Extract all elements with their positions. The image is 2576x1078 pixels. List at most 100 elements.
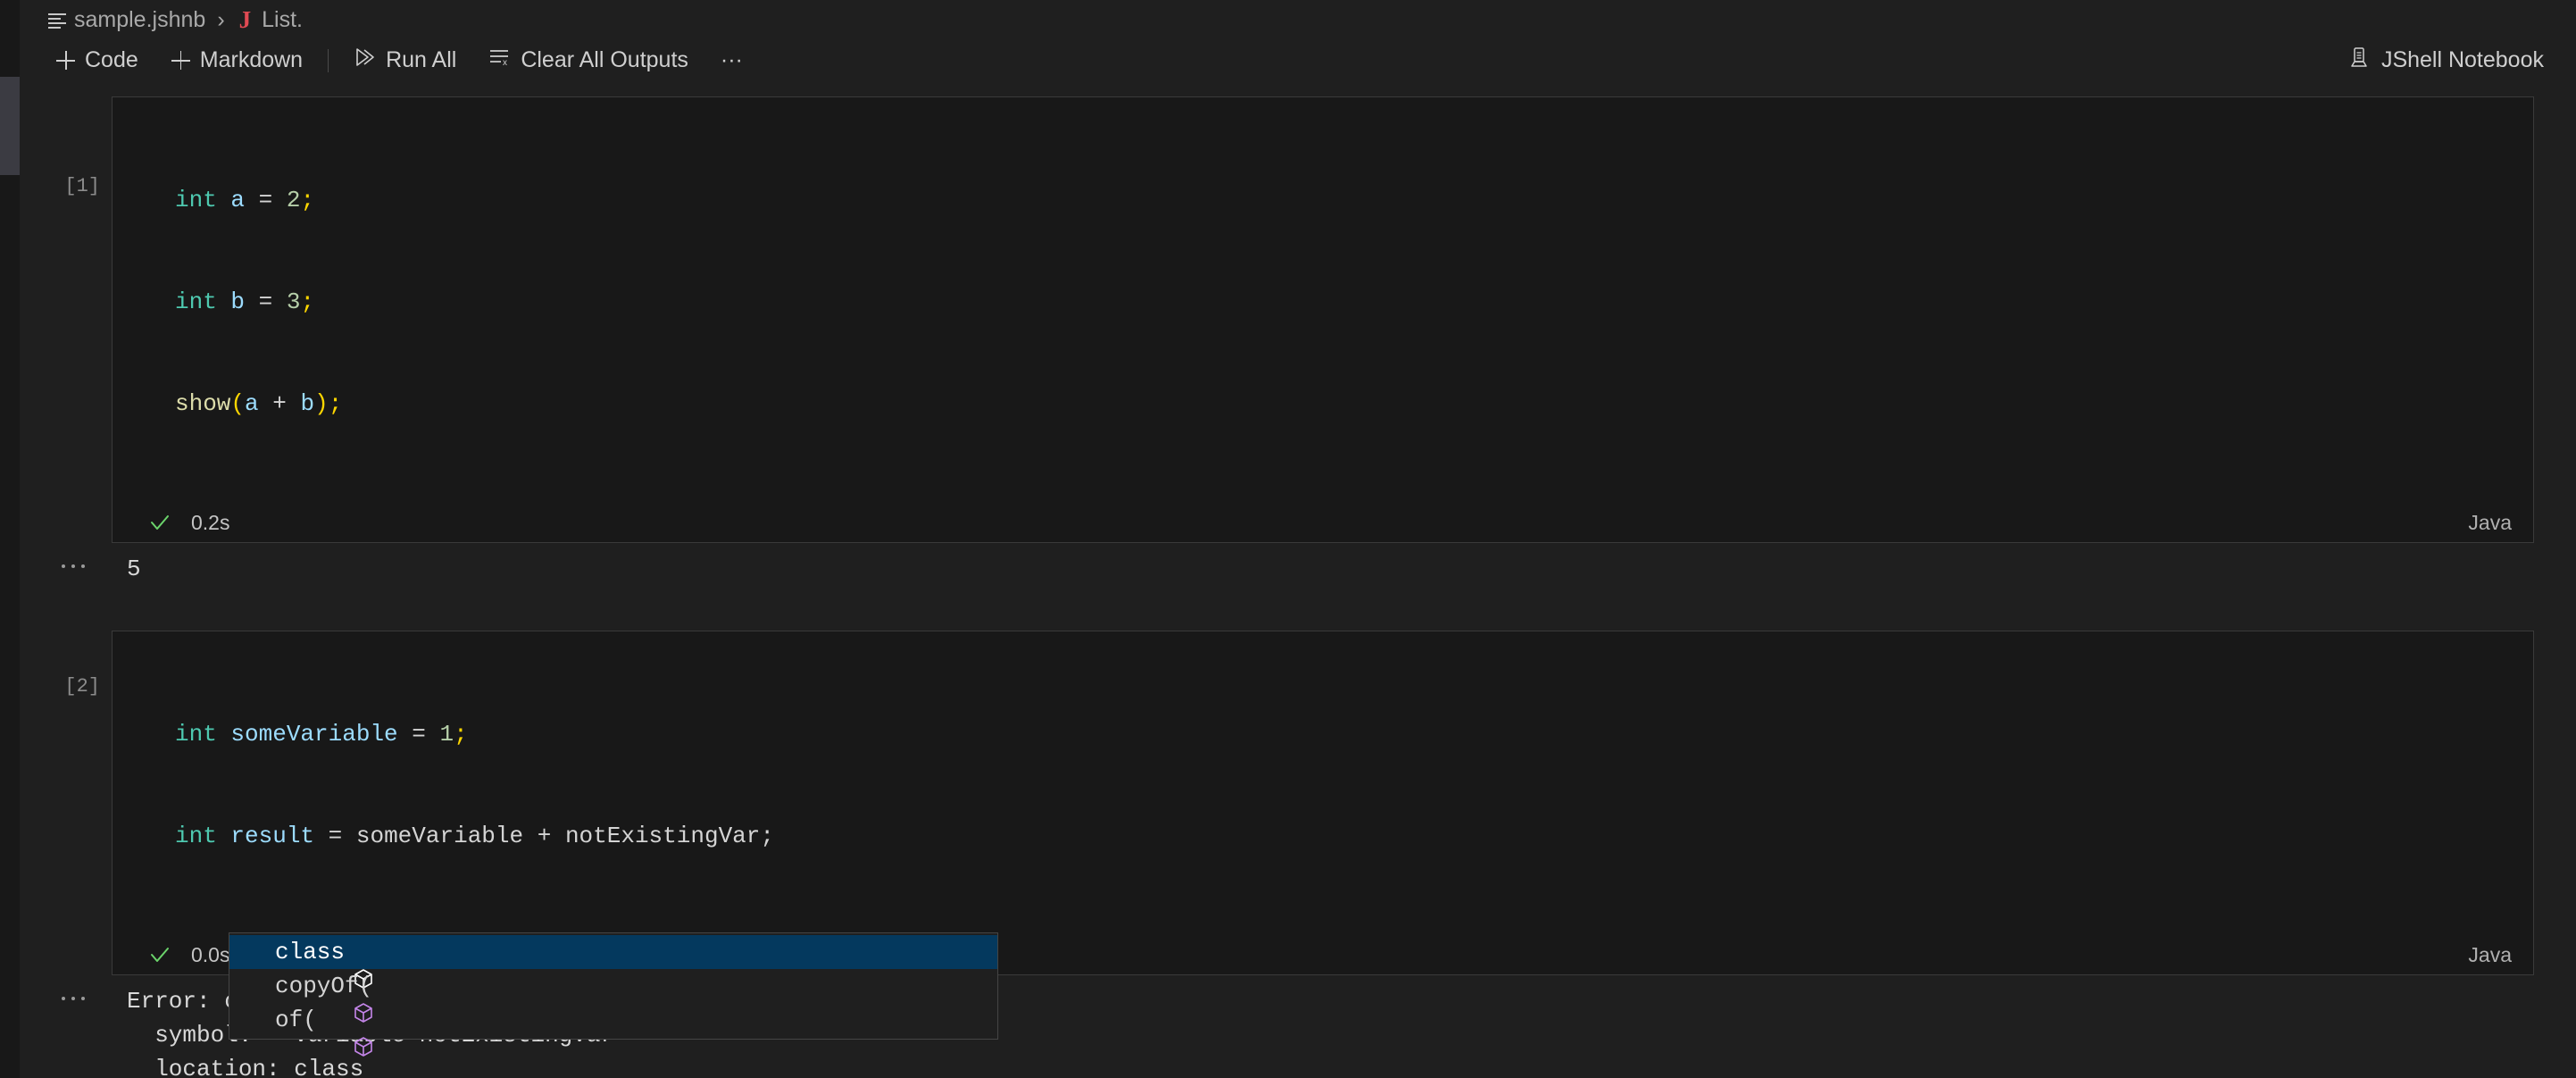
code-token: =	[328, 823, 343, 849]
code-editor[interactable]: int a = 2; int b = 3; show(a + b);	[113, 97, 2533, 503]
clear-all-outputs-icon: x	[488, 46, 512, 74]
breadcrumb-separator-icon: ›	[217, 7, 225, 32]
code-token: b	[230, 288, 246, 315]
code-token: int	[175, 823, 217, 849]
clear-all-outputs-button[interactable]: x Clear All Outputs	[479, 44, 697, 77]
code-token: int	[175, 288, 217, 315]
add-markdown-cell-button[interactable]: Markdown	[162, 45, 312, 76]
code-line: int a = 2;	[113, 183, 2533, 217]
breadcrumb-item-file[interactable]: sample.jshnb	[43, 5, 211, 35]
suggestion-label: class	[275, 939, 346, 965]
code-token: show	[175, 390, 231, 417]
notebook-cell[interactable]: [1] int a = 2; int b = 3; show(a + b); 0…	[20, 96, 2576, 591]
symbol-field-icon	[240, 940, 372, 989]
code-line: show(a + b);	[113, 387, 2533, 421]
execution-time: 0.0s	[191, 942, 230, 966]
code-token: someVariable	[355, 823, 524, 849]
code-token: 1	[439, 721, 454, 748]
code-token: =	[258, 187, 273, 213]
svg-text:x: x	[503, 58, 507, 68]
cell-language-label[interactable]: Java	[2468, 511, 2512, 535]
java-symbol-icon: J	[238, 6, 252, 33]
kernel-icon	[2347, 46, 2371, 75]
suggestion-item[interactable]: copyOf(	[229, 969, 997, 1023]
execution-time: 0.2s	[191, 510, 230, 534]
execution-count: [1]	[64, 175, 100, 197]
code-token: ;	[300, 187, 315, 213]
cell-gutter: [2]	[20, 631, 112, 975]
code-token: 3	[286, 288, 301, 315]
cell-language-label[interactable]: Java	[2468, 943, 2512, 967]
code-token: )	[314, 390, 329, 417]
suggestion-item[interactable]: class	[229, 935, 997, 989]
output-gutter[interactable]	[20, 552, 112, 586]
code-token: a	[245, 390, 259, 417]
kernel-select-button[interactable]: JShell Notebook	[2338, 43, 2553, 78]
plus-icon	[171, 50, 191, 71]
success-check-icon	[148, 511, 171, 534]
notebook-icon	[48, 13, 66, 29]
editor-overview-scrollbar[interactable]	[0, 0, 20, 1078]
notebook-cell-list[interactable]: [1] int a = 2; int b = 3; show(a + b); 0…	[20, 80, 2576, 1078]
suggestion-label: copyOf(	[275, 973, 373, 999]
output-more-icon[interactable]	[62, 564, 85, 568]
code-token: +	[272, 390, 287, 417]
output-gutter[interactable]	[20, 984, 112, 1078]
code-token: a	[230, 187, 246, 213]
code-token: +	[537, 823, 552, 849]
code-token: ;	[760, 823, 774, 849]
add-markdown-cell-label: Markdown	[199, 47, 304, 72]
code-editor[interactable]: int someVariable = 1; int result = someV…	[113, 631, 2533, 935]
symbol-field-icon	[240, 974, 372, 1023]
add-code-cell-label: Code	[85, 47, 138, 72]
code-line: int result = someVariable + notExistingV…	[113, 819, 2533, 853]
symbol-field-icon	[240, 1008, 372, 1057]
execution-count: [2]	[64, 675, 100, 698]
more-actions-icon: ···	[720, 47, 743, 72]
breadcrumb-item-symbol[interactable]: J List.	[231, 5, 308, 35]
breadcrumb-symbol-label: List.	[262, 7, 303, 32]
suggestion-widget[interactable]: class copyOf( of(	[229, 932, 998, 1057]
notebook-window: sample.jshnb › J List. Code Markdown Run…	[0, 0, 2576, 1078]
breadcrumb: sample.jshnb › J List.	[20, 0, 2576, 40]
add-code-cell-button[interactable]: Code	[46, 45, 147, 76]
code-line: int someVariable = 1;	[113, 717, 2533, 751]
toolbar-more-actions-button[interactable]: ···	[712, 45, 752, 76]
run-all-button[interactable]: Run All	[345, 44, 465, 77]
cell-editor-frame[interactable]: int a = 2; int b = 3; show(a + b); 0.2s …	[112, 96, 2534, 543]
code-token: (	[230, 390, 246, 417]
code-token: =	[258, 288, 273, 315]
notebook-toolbar: Code Markdown Run All x Clear All Output…	[20, 40, 2576, 80]
run-all-label: Run All	[386, 47, 457, 72]
code-token: int	[175, 187, 217, 213]
scrollbar-thumb[interactable]	[0, 77, 20, 175]
code-token: =	[412, 721, 426, 748]
code-line: int b = 3;	[113, 285, 2533, 319]
clear-all-outputs-label: Clear All Outputs	[521, 47, 688, 72]
success-check-icon	[148, 943, 171, 966]
cell-editor-frame[interactable]: int someVariable = 1; int result = someV…	[112, 631, 2534, 975]
output-text: 5	[127, 556, 141, 582]
cell-gutter: [1]	[20, 96, 112, 543]
code-token: result	[230, 823, 315, 849]
plus-icon	[55, 50, 76, 71]
code-token: int	[175, 721, 217, 748]
code-token: ;	[300, 288, 315, 315]
output-more-icon[interactable]	[62, 997, 85, 1000]
cell-output[interactable]: 5	[20, 543, 2576, 591]
